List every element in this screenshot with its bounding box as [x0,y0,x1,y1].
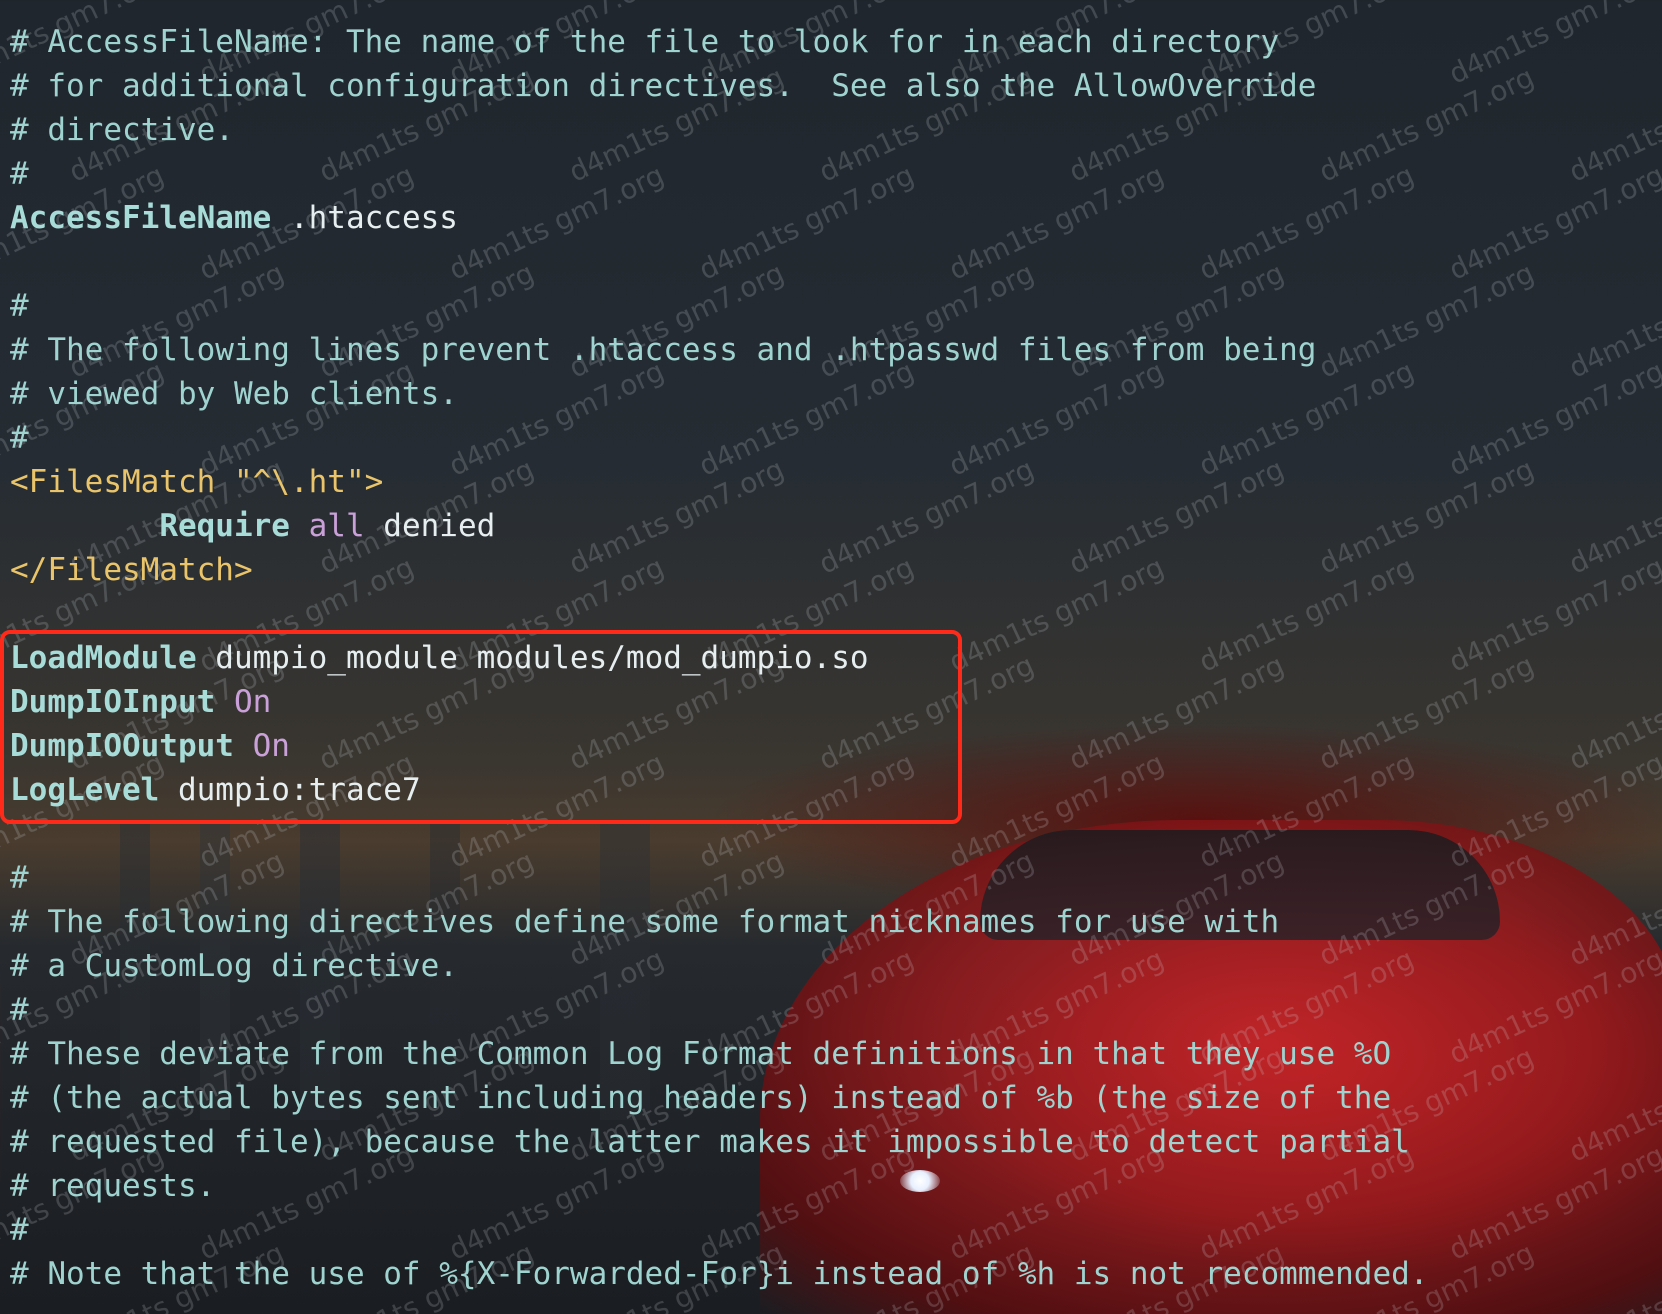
section-tag-arg: "^\.ht" [215,464,365,500]
comment-text: # The following lines prevent .htaccess … [10,332,1317,368]
comment-text: # Note that the use of %{X-Forwarded-For… [10,1256,1429,1292]
code-line[interactable]: </FilesMatch> [10,548,1650,592]
code-line[interactable]: # Note that the use of %{X-Forwarded-For… [10,1252,1650,1296]
comment-text: # [10,156,29,192]
comment-text: # [10,1212,29,1248]
code-line[interactable]: # [10,284,1650,328]
comment-text: # These deviate from the Common Log Form… [10,1036,1392,1072]
directive-value: denied [364,508,496,544]
code-line[interactable]: # a CustomLog directive. [10,944,1650,988]
code-line[interactable]: AccessFileName .htaccess [10,196,1650,240]
code-line[interactable] [10,240,1650,284]
comment-text: # requested file), because the latter ma… [10,1124,1410,1160]
code-line[interactable]: # [10,152,1650,196]
code-line[interactable]: # [10,856,1650,900]
comment-text: # requests. [10,1168,216,1204]
code-line[interactable]: # The following directives define some f… [10,900,1650,944]
directive-name: Require [159,508,290,544]
directive-keyword: all [289,508,365,544]
code-line[interactable]: <FilesMatch "^\.ht"> [10,460,1650,504]
comment-text: # a CustomLog directive. [10,948,458,984]
code-line[interactable]: # These deviate from the Common Log Form… [10,1032,1650,1076]
section-tag-close-bracket: > [364,464,384,500]
code-line[interactable]: # viewed by Web clients. [10,372,1650,416]
section-tag-close: </FilesMatch> [10,552,253,588]
comment-text: # [10,992,29,1028]
code-line[interactable]: # [10,416,1650,460]
comment-text: # for additional configuration directive… [10,68,1317,104]
comment-text: # directive. [10,112,234,148]
comment-text: # [10,860,29,896]
code-line[interactable]: # (the actual bytes sent including heade… [10,1076,1650,1120]
directive-value: .htaccess [271,200,458,236]
code-line[interactable]: # The following lines prevent .htaccess … [10,328,1650,372]
comment-text: # The following directives define some f… [10,904,1280,940]
code-line[interactable]: # [10,988,1650,1032]
code-line[interactable]: # AccessFileName: The name of the file t… [10,20,1650,64]
code-line[interactable]: # requested file), because the latter ma… [10,1120,1650,1164]
comment-text: # AccessFileName: The name of the file t… [10,24,1280,60]
directive-name: AccessFileName [10,200,272,236]
code-line[interactable]: # [10,1208,1650,1252]
code-line[interactable]: # requests. [10,1164,1650,1208]
comment-text: # [10,288,29,324]
comment-text: # (the actual bytes sent including heade… [10,1080,1392,1116]
highlight-box-dumpio [0,630,962,824]
code-line[interactable]: # directive. [10,108,1650,152]
section-tag-open: <FilesMatch [10,464,216,500]
comment-text: # viewed by Web clients. [10,376,458,412]
comment-text: # [10,420,29,456]
code-line[interactable]: Require all denied [10,504,1650,548]
code-line[interactable]: # for additional configuration directive… [10,64,1650,108]
